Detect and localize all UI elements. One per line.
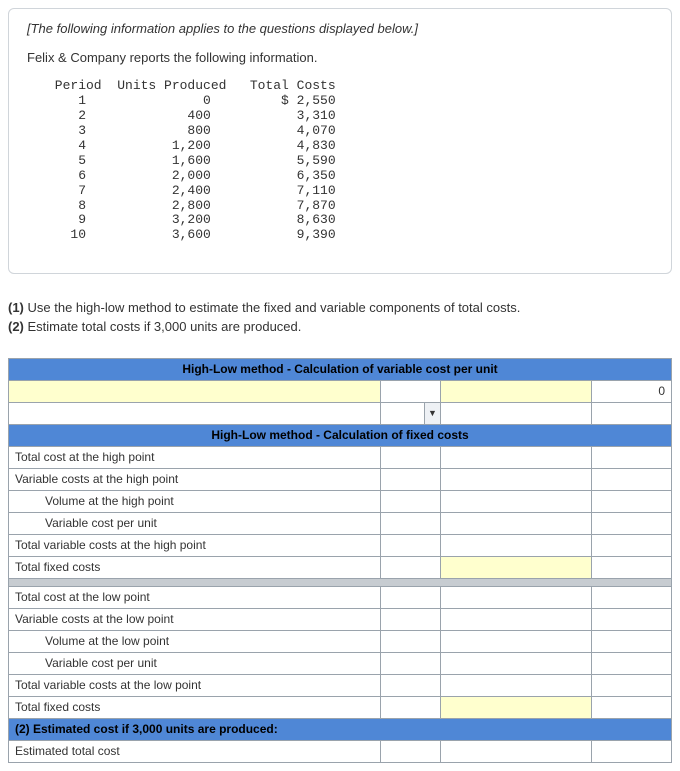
blank [591, 696, 671, 718]
applies-note: [The following information applies to th… [27, 21, 653, 36]
label-total-cost-high: Total cost at the high point [9, 446, 381, 468]
header-estimated: (2) Estimated cost if 3,000 units are pr… [9, 718, 672, 740]
blank [440, 512, 591, 534]
blank [440, 490, 591, 512]
input-vc-per-unit-low[interactable] [380, 652, 440, 674]
blank [591, 652, 671, 674]
blank [591, 608, 671, 630]
blank [380, 556, 440, 578]
input-total-cost-low[interactable] [440, 586, 591, 608]
header-variable-cost: High-Low method - Calculation of variabl… [9, 358, 672, 380]
questions-block: (1) Use the high-low method to estimate … [8, 299, 672, 335]
blank [380, 608, 440, 630]
q1-text: Use the high-low method to estimate the … [28, 300, 521, 315]
label-volume-high: Volume at the high point [9, 490, 381, 512]
blank [591, 512, 671, 534]
blank [440, 652, 591, 674]
input-total-vc-low[interactable] [440, 674, 591, 696]
q2-num: (2) [8, 319, 28, 334]
input-volume-low[interactable] [380, 630, 440, 652]
label-total-vc-low: Total variable costs at the low point [9, 674, 381, 696]
var-result-2 [591, 402, 671, 424]
blank [440, 608, 591, 630]
input-est-total[interactable] [440, 740, 591, 762]
var-value-input-2[interactable] [440, 402, 591, 424]
intro-card: [The following information applies to th… [8, 8, 672, 274]
lead-text: Felix & Company reports the following in… [27, 50, 653, 65]
label-total-vc-high: Total variable costs at the high point [9, 534, 381, 556]
label-fixed-low: Total fixed costs [9, 696, 381, 718]
blank [440, 630, 591, 652]
var-op-dropdown[interactable]: ▼ [380, 402, 440, 424]
blank [380, 586, 440, 608]
label-fixed-high: Total fixed costs [9, 556, 381, 578]
blank [440, 468, 591, 490]
blank [380, 674, 440, 696]
blank [591, 740, 671, 762]
label-vc-per-unit-high: Variable cost per unit [9, 512, 381, 534]
input-total-cost-high[interactable] [440, 446, 591, 468]
blank [380, 446, 440, 468]
label-total-cost-low: Total cost at the low point [9, 586, 381, 608]
var-result-zero: 0 [591, 380, 671, 402]
chevron-down-icon: ▼ [424, 403, 440, 424]
label-var-costs-high: Variable costs at the high point [9, 468, 381, 490]
label-est-total: Estimated total cost [9, 740, 381, 762]
output-fixed-low[interactable] [440, 696, 591, 718]
blank [380, 534, 440, 556]
blank [591, 446, 671, 468]
var-desc-input-2[interactable] [9, 402, 381, 424]
data-table: Period Units Produced Total Costs 1 0 $ … [47, 79, 653, 243]
output-fixed-high[interactable] [440, 556, 591, 578]
blank [380, 696, 440, 718]
header-fixed-cost: High-Low method - Calculation of fixed c… [9, 424, 672, 446]
var-blank-1[interactable] [380, 380, 440, 402]
input-vc-per-unit-high[interactable] [380, 512, 440, 534]
blank [591, 534, 671, 556]
label-vc-per-unit-low: Variable cost per unit [9, 652, 381, 674]
blank [591, 468, 671, 490]
blank [591, 674, 671, 696]
input-total-vc-high[interactable] [440, 534, 591, 556]
q1-num: (1) [8, 300, 28, 315]
var-value-input[interactable] [440, 380, 591, 402]
blank [591, 630, 671, 652]
blank [380, 468, 440, 490]
var-desc-input[interactable] [9, 380, 381, 402]
label-var-costs-low: Variable costs at the low point [9, 608, 381, 630]
label-volume-low: Volume at the low point [9, 630, 381, 652]
blank [591, 556, 671, 578]
q2-text: Estimate total costs if 3,000 units are … [28, 319, 302, 334]
blank [380, 740, 440, 762]
divider-row [9, 578, 672, 586]
input-volume-high[interactable] [380, 490, 440, 512]
blank [591, 490, 671, 512]
blank [591, 586, 671, 608]
